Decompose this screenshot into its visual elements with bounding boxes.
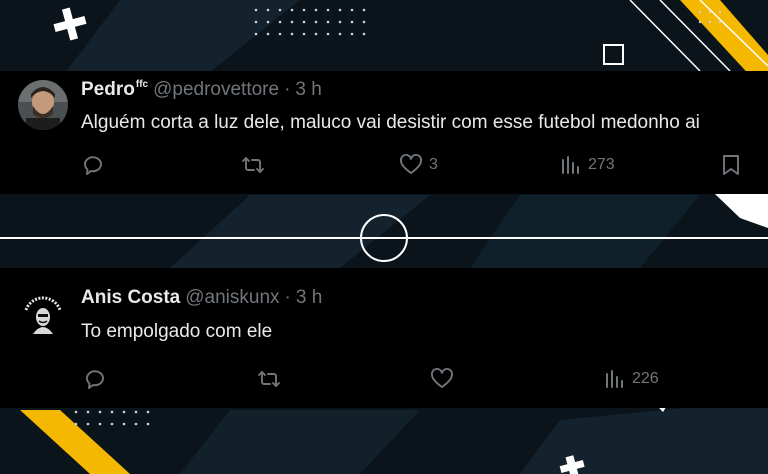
avatar[interactable]	[18, 290, 68, 340]
tweet-card[interactable]: Anis Costa @aniskunx · 3 h To empolgado …	[0, 268, 768, 408]
display-name[interactable]: Anis Costa	[81, 287, 180, 309]
tweet-header: Anis Costa @aniskunx · 3 h	[81, 287, 322, 309]
like-button[interactable]: 3	[399, 153, 438, 177]
separator-dot: ·	[284, 287, 291, 308]
like-icon	[431, 367, 453, 388]
reply-button[interactable]	[83, 367, 107, 391]
timestamp[interactable]: 3 h	[295, 79, 321, 101]
views-button[interactable]: 226	[604, 367, 659, 391]
separator-dot: ·	[284, 79, 291, 100]
tweet-text: Alguém corta a luz dele, maluco vai desi…	[81, 112, 700, 133]
views-icon	[606, 370, 623, 388]
views-button[interactable]: 273	[560, 153, 615, 177]
user-handle[interactable]: @aniskunx	[185, 287, 279, 309]
views-icon	[562, 156, 579, 174]
reply-icon	[84, 156, 102, 175]
reply-icon	[86, 370, 104, 389]
display-name[interactable]: Pedro	[81, 79, 135, 101]
retweet-button[interactable]	[240, 153, 266, 177]
retweet-button[interactable]	[256, 367, 282, 391]
like-count: 3	[429, 156, 438, 173]
like-icon	[400, 153, 422, 174]
user-handle[interactable]: @pedrovettore	[153, 79, 279, 101]
tweet-header: Pedro ffc @pedrovettore · 3 h	[81, 79, 322, 101]
name-superscript: ffc	[135, 79, 149, 90]
bookmark-icon	[723, 155, 739, 175]
views-count: 226	[632, 370, 659, 387]
tweet-card[interactable]: Pedro ffc @pedrovettore · 3 h Alguém cor…	[0, 71, 768, 194]
views-count: 273	[588, 156, 615, 173]
reply-button[interactable]	[81, 153, 105, 177]
like-button[interactable]	[430, 367, 454, 391]
retweet-icon	[258, 371, 280, 387]
bookmark-button[interactable]	[720, 153, 742, 177]
tweet-text: To empolgado com ele	[81, 321, 273, 342]
retweet-icon	[242, 157, 264, 173]
avatar[interactable]	[18, 80, 68, 130]
timestamp[interactable]: 3 h	[296, 287, 322, 309]
